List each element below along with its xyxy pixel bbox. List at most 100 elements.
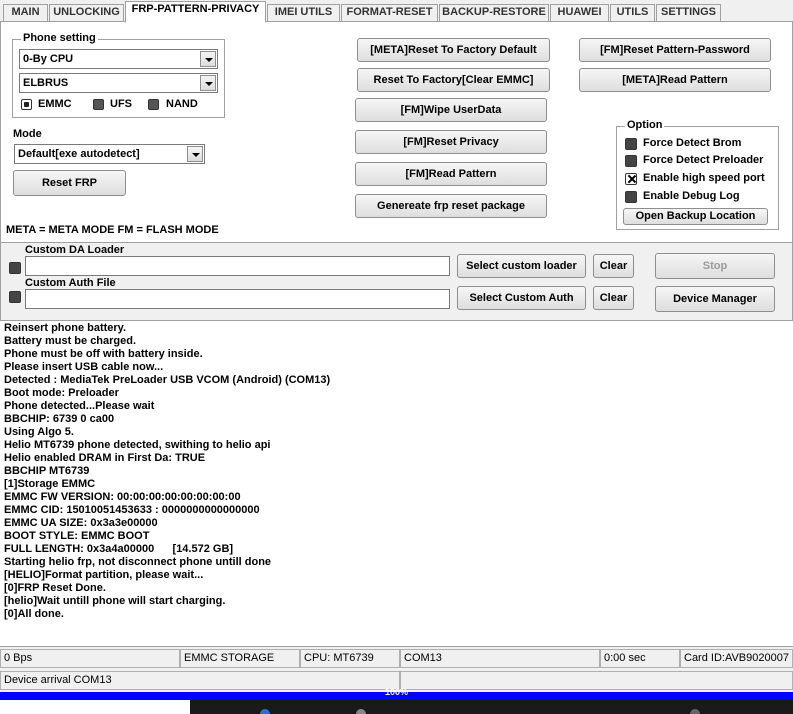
cpu-select[interactable]: 0-By CPU (19, 49, 218, 69)
status-time: 0:00 sec (600, 649, 680, 668)
custom-auth-file-input[interactable] (25, 289, 450, 309)
storage-radio-ufs[interactable] (93, 99, 104, 110)
force-detect-brom-label: Force Detect Brom (643, 137, 742, 149)
log-line: [0]All done. (4, 608, 64, 620)
tab-main[interactable]: MAIN (3, 4, 48, 21)
device-manager-button[interactable]: Device Manager (655, 286, 775, 312)
log-line: EMMC UA SIZE: 0x3a3e00000 (4, 517, 158, 529)
stop-button[interactable]: Stop (655, 253, 775, 279)
mode-legend-note: META = META MODE FM = FLASH MODE (6, 224, 219, 236)
tab-frp-pattern-privacy[interactable]: FRP-PATTERN-PRIVACY (125, 1, 266, 23)
select-custom-auth-button[interactable]: Select Custom Auth (457, 286, 586, 310)
generate-frp-package-button[interactable]: Genereate frp reset package (355, 194, 547, 218)
chevron-down-icon (187, 146, 203, 162)
custom-da-loader-checkbox[interactable] (9, 262, 21, 274)
tab-settings[interactable]: SETTINGS (656, 4, 721, 21)
cpu-select-value: 0-By CPU (23, 53, 74, 65)
log-line: Helio enabled DRAM in First Da: TRUE (4, 452, 206, 464)
log-line: [0]FRP Reset Done. (4, 582, 106, 594)
storage-label-ufs: UFS (110, 98, 132, 110)
log-line: BBCHIP: 6739 0 ca00 (4, 413, 115, 425)
log-output[interactable]: Reinsert phone battery. Battery must be … (0, 321, 793, 646)
force-detect-preloader-label: Force Detect Preloader (643, 154, 764, 166)
log-line: Boot mode: Preloader (4, 387, 119, 399)
log-line: Phone detected...Please wait (4, 400, 155, 412)
log-line: Detected : MediaTek PreLoader USB VCOM (… (4, 374, 331, 386)
status-storage: EMMC STORAGE (180, 649, 300, 668)
option-group: Option Force Detect Brom Force Detect Pr… (616, 119, 779, 230)
phone-setting-title: Phone setting (21, 32, 98, 44)
force-detect-preloader-checkbox[interactable] (625, 155, 637, 167)
storage-radio-emmc[interactable] (21, 99, 32, 110)
progress-text: 100% (384, 687, 409, 697)
log-line: Phone must be off with battery inside. (4, 348, 203, 360)
high-speed-port-checkbox[interactable] (625, 173, 637, 185)
status-card-id: Card ID:AVB9020007 (680, 649, 793, 668)
meta-read-pattern-button[interactable]: [META]Read Pattern (579, 68, 771, 92)
debug-log-checkbox[interactable] (625, 191, 637, 203)
model-select-value: ELBRUS (23, 77, 69, 89)
taskbar (0, 700, 793, 714)
clear-auth-button[interactable]: Clear (593, 286, 634, 310)
log-line: [helio]Wait untill phone will start char… (4, 595, 226, 607)
reset-factory-emmc-button[interactable]: Reset To Factory[Clear EMMC] (357, 68, 550, 92)
log-line: FULL LENGTH: 0x3a4a00000 [14.572 GB] (4, 543, 234, 555)
fm-read-pattern-button[interactable]: [FM]Read Pattern (355, 162, 547, 186)
fm-reset-privacy-button[interactable]: [FM]Reset Privacy (355, 130, 547, 154)
taskbar-search-area (0, 700, 190, 714)
force-detect-brom-checkbox[interactable] (625, 138, 637, 150)
select-custom-loader-button[interactable]: Select custom loader (457, 254, 586, 278)
storage-label-emmc: EMMC (38, 98, 72, 110)
log-line: Reinsert phone battery. (4, 322, 127, 334)
log-line: Helio MT6739 phone detected, swithing to… (4, 439, 271, 451)
log-line: EMMC FW VERSION: 00:00:00:00:00:00:00:00 (4, 491, 241, 503)
status-port: COM13 (400, 649, 600, 668)
custom-da-loader-input[interactable] (25, 256, 450, 276)
fm-reset-pattern-password-button[interactable]: [FM]Reset Pattern-Password (579, 38, 771, 62)
status-bar: 0 Bps EMMC STORAGE CPU: MT6739 COM13 0:0… (0, 646, 793, 668)
option-title: Option (625, 119, 665, 131)
tab-backup-restore[interactable]: BACKUP-RESTORE (439, 4, 549, 21)
high-speed-port-label: Enable high speed port (643, 172, 765, 184)
progress-bar: 100% (0, 687, 793, 700)
custom-loader-area: Custom DA Loader Select custom loader Cl… (0, 242, 793, 321)
tab-format-reset[interactable]: FORMAT-RESET (341, 4, 438, 21)
tab-huawei[interactable]: HUAWEI (550, 4, 609, 21)
frp-panel: Phone setting 0-By CPU ELBRUS EMMC UFS N… (0, 22, 793, 242)
tab-bar: MAIN UNLOCKING FRP-PATTERN-PRIVACY IMEI … (0, 0, 793, 23)
model-select[interactable]: ELBRUS (19, 73, 218, 93)
storage-radio-nand[interactable] (148, 99, 159, 110)
status-speed: 0 Bps (0, 649, 180, 668)
storage-label-nand: NAND (166, 98, 198, 110)
tab-imei-utils[interactable]: IMEI UTILS (267, 4, 340, 21)
log-line: [1]Storage EMMC (4, 478, 96, 490)
log-line: EMMC CID: 15010051453633 : 0000000000000… (4, 504, 260, 516)
log-line: BOOT STYLE: EMMC BOOT (4, 530, 150, 542)
taskbar-app-icon[interactable] (356, 709, 366, 714)
custom-da-loader-label: Custom DA Loader (25, 244, 125, 256)
log-line: [HELIO]Format partition, please wait... (4, 569, 204, 581)
custom-auth-file-checkbox[interactable] (9, 291, 21, 303)
custom-auth-file-label: Custom Auth File (25, 277, 116, 289)
reset-frp-button[interactable]: Reset FRP (13, 170, 126, 196)
log-line: Battery must be charged. (4, 335, 137, 347)
fm-wipe-userdata-button[interactable]: [FM]Wipe UserData (355, 98, 547, 122)
chevron-down-icon (200, 51, 216, 67)
mode-select-value: Default[exe autodetect] (18, 148, 140, 160)
mode-select[interactable]: Default[exe autodetect] (14, 144, 205, 164)
status-cpu: CPU: MT6739 (300, 649, 400, 668)
log-line: Using Algo 5. (4, 426, 74, 438)
phone-setting-group: Phone setting 0-By CPU ELBRUS EMMC UFS N… (12, 32, 225, 118)
log-line: Please insert USB cable now... (4, 361, 164, 373)
tab-unlocking[interactable]: UNLOCKING (49, 4, 124, 21)
chevron-down-icon (200, 75, 216, 91)
debug-log-label: Enable Debug Log (643, 190, 740, 202)
log-line: BBCHIP MT6739 (4, 465, 90, 477)
taskbar-app-icon[interactable] (690, 709, 700, 714)
taskbar-app-icon[interactable] (260, 709, 270, 714)
tab-utils[interactable]: UTILS (610, 4, 655, 21)
clear-loader-button[interactable]: Clear (593, 254, 634, 278)
mode-label: Mode (13, 128, 42, 140)
open-backup-location-button[interactable]: Open Backup Location (623, 208, 768, 225)
meta-reset-factory-button[interactable]: [META]Reset To Factory Default (357, 38, 550, 62)
